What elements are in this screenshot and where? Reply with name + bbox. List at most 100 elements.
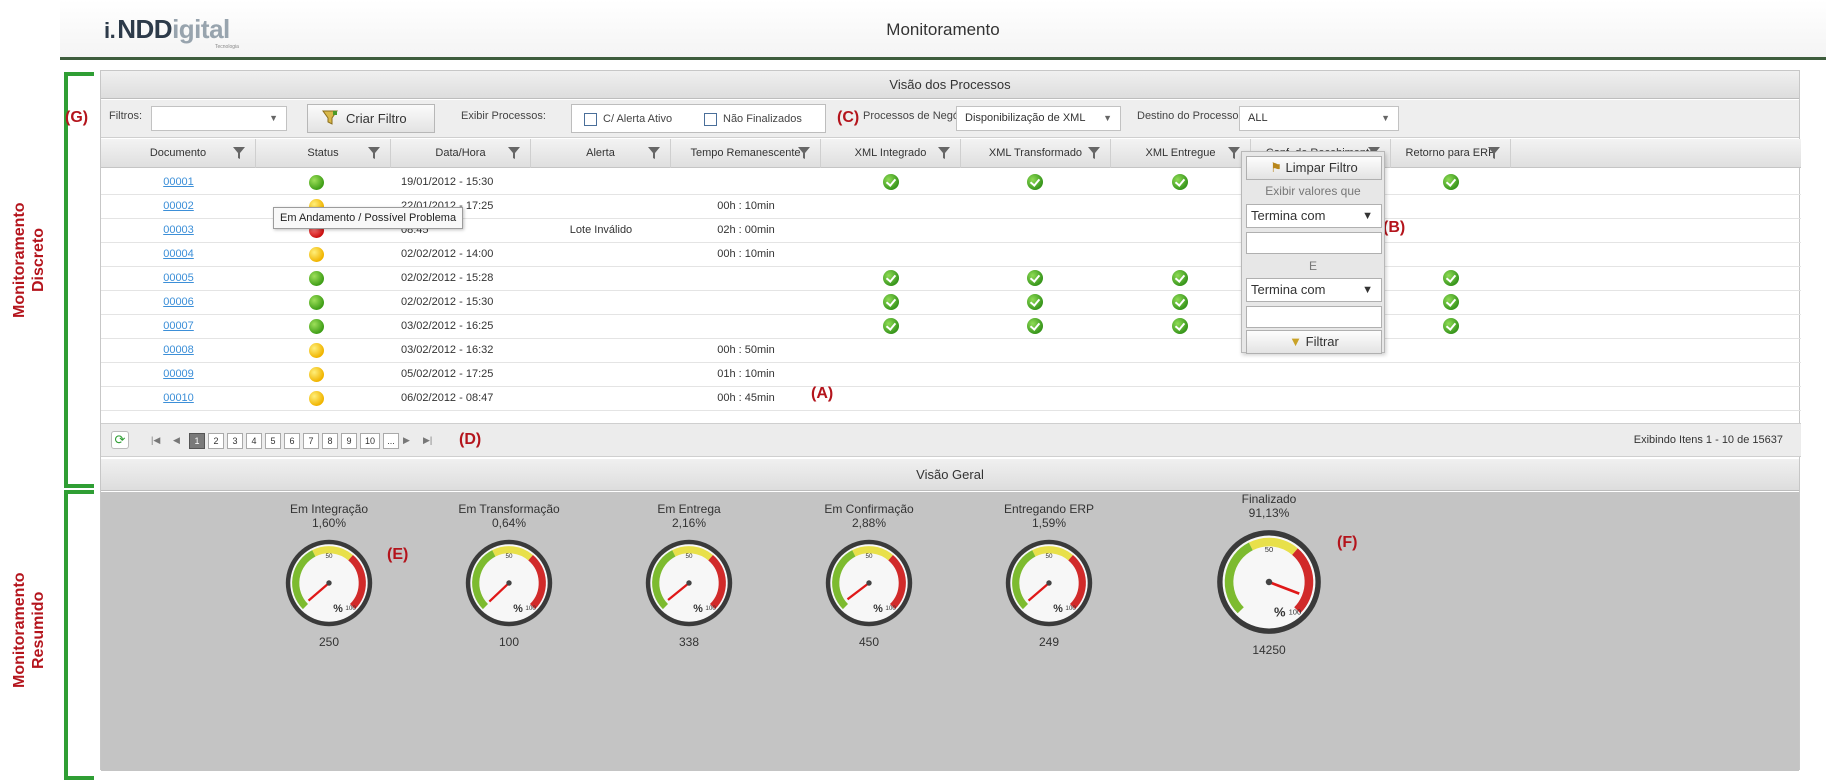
document-link[interactable]: 00004 [163,248,194,260]
status-yellow-icon[interactable] [309,247,324,262]
status-tooltip: Em Andamento / Possível Problema [273,207,464,229]
prev-page-icon[interactable]: ◀ [173,435,180,446]
page-button[interactable]: 2 [208,433,224,449]
page-button[interactable]: 10 [360,433,380,449]
check-integrado-icon [883,174,899,190]
filter-operator-1[interactable]: Termina com ▼ [1246,204,1382,228]
col-header-status[interactable]: Status [256,139,391,168]
filter-funnel-icon[interactable] [368,147,380,159]
col-header-label: Documento [149,147,207,159]
col-header-label: Status [307,147,339,159]
filter-funnel-icon[interactable] [1088,147,1100,159]
overview-body: (E) (F) Em Integração 1,60% 50 100% 250 Em Tr… [101,492,1799,771]
page-button[interactable]: 6 [284,433,300,449]
filter-funnel-icon[interactable] [1488,147,1500,159]
gauge-hub [686,580,692,586]
first-page-icon[interactable]: |◀ [151,435,160,446]
status-green-icon[interactable] [309,319,324,334]
chk-alerta-ativo[interactable] [584,113,597,126]
filter-funnel-icon[interactable] [1228,147,1240,159]
filter-value-1[interactable] [1246,232,1382,254]
last-page-icon[interactable]: ▶| [423,435,432,446]
document-cell: 00003 [101,217,256,243]
page-button[interactable]: 9 [341,433,357,449]
gauge-count: 250 [318,635,340,649]
document-link[interactable]: 00001 [163,176,194,188]
table-row[interactable]: 00009 05/02/2012 - 17:25 01h : 10min [101,361,1801,387]
col-header-data-hora[interactable]: Data/Hora [391,139,531,168]
table-row[interactable]: 00004 02/02/2012 - 14:00 00h : 10min [101,241,1801,267]
refresh-icon[interactable]: ⟳ [111,431,129,449]
page-button[interactable]: 7 [303,433,319,449]
chk-alerta-ativo-label: C/ Alerta Ativo [603,113,673,125]
document-link[interactable]: 00005 [163,272,194,284]
col-header-xml-transformado[interactable]: XML Transformado [961,139,1111,168]
gauge-tick-max: 100 [705,605,716,612]
filter-funnel-icon[interactable] [938,147,950,159]
col-header-tempo-remanescente[interactable]: Tempo Remanescente [671,139,821,168]
status-yellow-icon[interactable] [309,343,324,358]
status-yellow-icon[interactable] [309,367,324,382]
table-row[interactable]: 00008 03/02/2012 - 16:32 00h : 50min [101,337,1801,363]
col-header-xml-entregue[interactable]: XML Entregue [1111,139,1251,168]
col-header-documento[interactable]: Documento [101,139,256,168]
page-button[interactable]: 5 [265,433,281,449]
datetime-cell: 03/02/2012 - 16:32 [401,344,494,356]
table-row[interactable]: 00005 02/02/2012 - 15:28 [101,265,1801,291]
page-button[interactable]: 1 [189,433,205,449]
destino-processo-select[interactable]: ALL ▼ [1239,106,1399,131]
criar-filtro-button[interactable]: Criar Filtro [307,104,435,133]
check-erp-icon [1443,294,1459,310]
tempo-cell: 01h : 10min [717,368,775,380]
col-header-alerta[interactable]: Alerta [531,139,671,168]
annotation-a: (A) [811,385,834,402]
gauge: Finalizado 91,13% 50 100% 14250 [1199,492,1339,657]
gauge-tick-mid: 50 [685,553,693,560]
document-cell: 00007 [101,313,256,339]
table-row[interactable]: 00010 06/02/2012 - 08:47 00h : 45min [101,385,1801,411]
table-row[interactable]: 00006 02/02/2012 - 15:30 [101,289,1801,315]
gauge-tick-max: 100 [345,605,356,612]
document-link[interactable]: 00006 [163,296,194,308]
filter-operator-2[interactable]: Termina com ▼ [1246,278,1382,302]
filter-funnel-icon[interactable] [648,147,660,159]
filter-funnel-icon[interactable] [233,147,245,159]
col-header-xml-integrado[interactable]: XML Integrado [821,139,961,168]
document-link[interactable]: 00002 [163,200,194,212]
gauge-name: Em Integração [289,502,369,516]
status-green-icon[interactable] [309,175,324,190]
document-link[interactable]: 00003 [163,224,194,236]
page-button[interactable]: ... [383,433,399,449]
page-button[interactable]: 3 [227,433,243,449]
status-green-icon[interactable] [309,295,324,310]
document-link[interactable]: 00010 [163,392,194,404]
filter-value-2[interactable] [1246,306,1382,328]
gauge-count: 450 [858,635,880,649]
limpar-filtro-button[interactable]: ⚑ Limpar Filtro [1246,156,1382,180]
table-row[interactable]: 00007 03/02/2012 - 16:25 [101,313,1801,339]
filtrar-button[interactable]: ▼ Filtrar [1246,330,1382,354]
gauge-dial: 50 100% [1005,539,1093,627]
gauge-tick-mid: 50 [865,553,873,560]
document-link[interactable]: 00007 [163,320,194,332]
bracket-discreto [64,72,94,488]
tempo-cell: 00h : 10min [717,248,775,260]
page-button[interactable]: 8 [322,433,338,449]
alerta-cell [531,361,671,387]
next-page-icon[interactable]: ▶ [403,435,410,446]
filter-funnel-icon[interactable] [798,147,810,159]
document-link[interactable]: 00009 [163,368,194,380]
document-link[interactable]: 00008 [163,344,194,356]
processos-negocio-select[interactable]: Disponibilização de XML ▼ [956,106,1121,131]
chevron-down-icon: ▼ [269,113,278,123]
page-button[interactable]: 4 [246,433,262,449]
col-header-retorno-erp[interactable]: Retorno para ERP [1391,139,1511,168]
filtros-select[interactable]: ▼ [151,106,287,131]
status-green-icon[interactable] [309,271,324,286]
table-row[interactable]: 00001 19/01/2012 - 15:30 [101,169,1801,195]
chk-nao-finalizados[interactable] [704,113,717,126]
gauge-name: Em Transformação [458,502,560,516]
chevron-down-icon: ▼ [1362,284,1373,296]
filter-funnel-icon[interactable] [508,147,520,159]
status-yellow-icon[interactable] [309,391,324,406]
